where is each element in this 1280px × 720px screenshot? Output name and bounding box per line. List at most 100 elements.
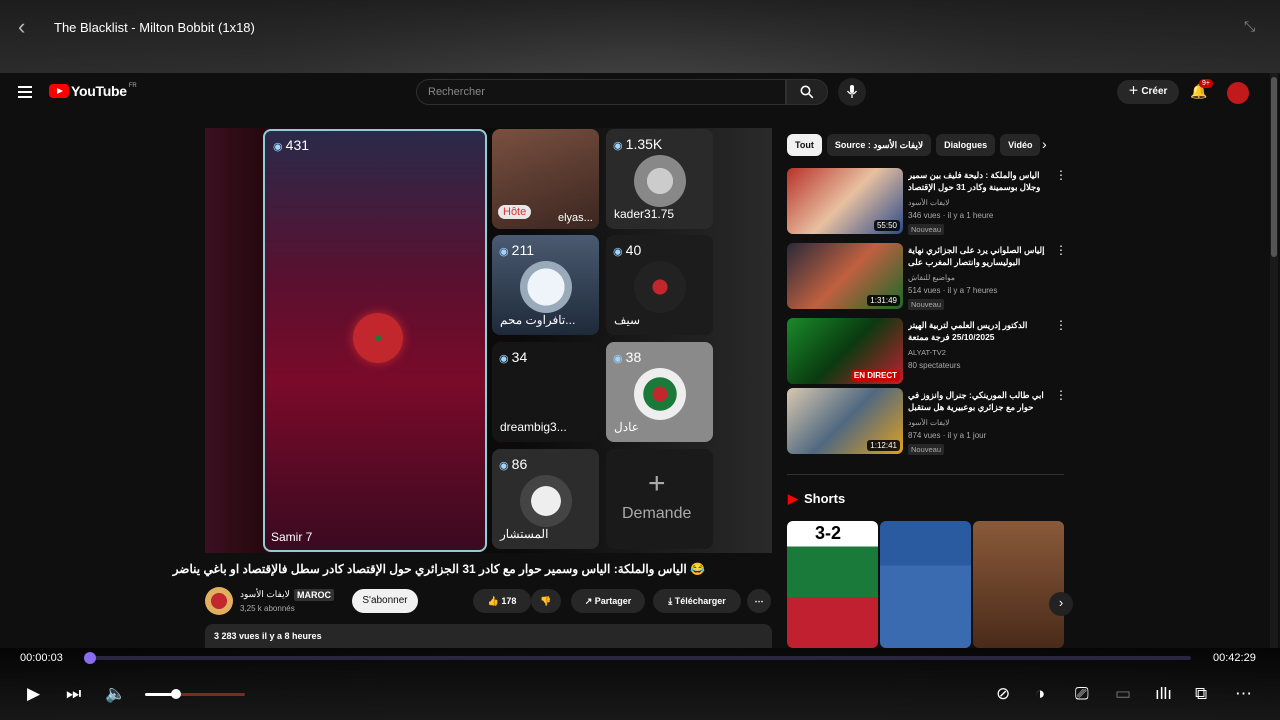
- rec-title: ابي طالب المورينكي: جنرال وانزوز في حوار…: [908, 390, 1044, 415]
- viewer-count: 40: [613, 242, 642, 258]
- page-scrollbar[interactable]: [1270, 73, 1278, 648]
- short-card[interactable]: [973, 521, 1064, 648]
- viewer-count: 86: [499, 456, 528, 472]
- more-vert-icon[interactable]: ⋮: [1055, 168, 1067, 182]
- rec-meta: 514 vues · il y a 7 heures: [908, 286, 998, 295]
- tile-participant: 1.35K kader31.75: [606, 129, 713, 229]
- share-button[interactable]: ↗ Partager: [571, 589, 645, 613]
- more-actions-button[interactable]: ⋯: [747, 589, 771, 613]
- emblem-avatar: [634, 261, 686, 313]
- recommended-video[interactable]: 55:50 الياس والملكة : دليحة فليف بين سمي…: [787, 168, 1067, 236]
- viewer-count: 34: [499, 349, 528, 365]
- channel-avatar[interactable]: [205, 587, 233, 615]
- share-icon: ↗: [584, 596, 595, 606]
- audio-tracks-icon[interactable]: ıllı: [1155, 684, 1172, 704]
- quality-icon[interactable]: ◑: [1035, 684, 1045, 704]
- more-icon: ⋯: [754, 596, 764, 606]
- video-thumbnail: 1:31:49: [787, 243, 903, 309]
- shorts-icon: ▶: [788, 491, 798, 506]
- account-avatar[interactable]: [1227, 82, 1249, 104]
- download-button[interactable]: ⤓ Télécharger: [653, 589, 741, 613]
- participant-name: kader31.75: [614, 207, 675, 221]
- more-vert-icon[interactable]: ⋮: [1055, 318, 1067, 332]
- participant-avatar: [520, 475, 572, 527]
- seek-bar[interactable]: [84, 652, 1191, 664]
- tile-participant: 34 dreambig3...: [492, 342, 599, 442]
- recommended-video[interactable]: EN DIRECT الدكتور إدريس العلمي لتربية ال…: [787, 318, 1067, 386]
- video-title: 😂 الياس والملكة: الياس وسمير حوار مع كاد…: [172, 562, 705, 576]
- create-button[interactable]: ＋ Créer: [1117, 80, 1179, 104]
- chevron-right-icon[interactable]: ›: [1042, 136, 1047, 152]
- episodes-icon[interactable]: ⧉: [1195, 684, 1207, 704]
- short-card[interactable]: [880, 521, 971, 648]
- episode-title: The Blacklist - Milton Bobbit (1x18): [54, 20, 255, 35]
- duration-badge: 1:12:41: [867, 440, 900, 451]
- volume-handle[interactable]: [171, 689, 181, 699]
- rec-channel: لايفات الأسود: [908, 198, 950, 207]
- request-label: Demande: [622, 505, 692, 522]
- short-card[interactable]: 3-2: [787, 521, 878, 648]
- shorts-next-button[interactable]: ›: [1049, 592, 1073, 616]
- volume-slider[interactable]: [145, 689, 245, 699]
- exit-fullscreen-icon[interactable]: ⤡: [1244, 18, 1260, 34]
- chip-dialogues[interactable]: Dialogues: [936, 134, 996, 156]
- more-vert-icon[interactable]: ⋮: [1055, 388, 1067, 402]
- recommended-video[interactable]: 1:31:49 إلياس الصلواني يرد على الجزائري …: [787, 243, 1067, 311]
- channel-tag: MAROC: [294, 589, 334, 601]
- recommended-video[interactable]: 1:12:41 ابي طالب المورينكي: جنرال وانزوز…: [787, 388, 1067, 456]
- logo-text: YouTube: [71, 83, 127, 99]
- youtube-logo[interactable]: YouTube FR: [49, 83, 137, 99]
- duration-badge: 55:50: [873, 220, 900, 231]
- seek-handle[interactable]: [84, 652, 97, 664]
- download-label: Télécharger: [674, 596, 726, 606]
- tile-participant: 38 عادل: [606, 342, 713, 442]
- like-count: 178: [501, 596, 517, 606]
- cast-icon[interactable]: ⎚: [1075, 684, 1089, 704]
- participant-name: تافراوت محم...: [500, 313, 576, 327]
- voice-search-button[interactable]: [838, 78, 866, 106]
- airplane-avatar: [520, 261, 572, 313]
- search-button[interactable]: [786, 79, 828, 105]
- subtitles-icon[interactable]: ▭: [1115, 684, 1131, 704]
- shorts-header: ▶ Shorts: [788, 491, 845, 507]
- channel-name[interactable]: لايفات الأسود: [240, 589, 290, 600]
- shorts-title: Shorts: [804, 491, 846, 506]
- video-player[interactable]: 431 Samir 7 Hôte elyas... 1.35K kader31.…: [205, 128, 772, 553]
- description-box[interactable]: 3 283 vues il y a 8 heures: [205, 624, 772, 648]
- new-badge: Nouveau: [908, 444, 945, 455]
- plus-icon: ＋: [1128, 86, 1142, 97]
- participant-name: عادل: [614, 420, 639, 434]
- dislike-button[interactable]: 👎: [531, 589, 561, 613]
- request-tile[interactable]: + Demande: [606, 449, 713, 549]
- new-badge: Nouveau: [908, 224, 945, 235]
- morocco-flag-avatar: [353, 313, 403, 363]
- search-input[interactable]: Rechercher: [416, 79, 786, 105]
- more-options-icon[interactable]: ⋯: [1235, 684, 1252, 704]
- notifications-button[interactable]: 🔔 9+: [1190, 79, 1213, 100]
- chip-all[interactable]: Tout: [787, 134, 822, 156]
- participant-name: elyas...: [558, 212, 593, 224]
- microphone-icon: [846, 85, 858, 98]
- next-icon[interactable]: ⏭: [66, 684, 81, 704]
- chip-source[interactable]: Source : لايفات الأسود: [826, 134, 932, 156]
- subscribe-button[interactable]: S'abonner: [352, 589, 418, 613]
- speed-icon[interactable]: ⊘: [996, 684, 1010, 704]
- scrollbar-thumb[interactable]: [1271, 77, 1277, 257]
- chip-video[interactable]: Vidéo: [1000, 134, 1041, 156]
- volume-icon[interactable]: 🔈: [105, 684, 126, 704]
- tile-host: Hôte elyas...: [492, 129, 599, 229]
- notification-badge: 9+: [1199, 79, 1213, 88]
- back-arrow-icon[interactable]: ‹: [18, 16, 40, 38]
- short-score: 3-2: [815, 523, 842, 543]
- rec-meta: 80 spectateurs: [908, 361, 961, 370]
- total-time: 00:42:29: [1213, 652, 1256, 664]
- tile-participant: 211 تافراوت محم...: [492, 235, 599, 335]
- youtube-play-icon: [49, 84, 69, 98]
- participant-avatar: [634, 155, 686, 207]
- like-button[interactable]: 👍 178: [473, 589, 531, 613]
- play-icon[interactable]: ▶: [27, 684, 40, 704]
- more-vert-icon[interactable]: ⋮: [1055, 243, 1067, 257]
- rec-channel: لايفات الأسود: [908, 418, 950, 427]
- menu-icon[interactable]: [18, 86, 32, 98]
- video-thumbnail: 1:12:41: [787, 388, 903, 454]
